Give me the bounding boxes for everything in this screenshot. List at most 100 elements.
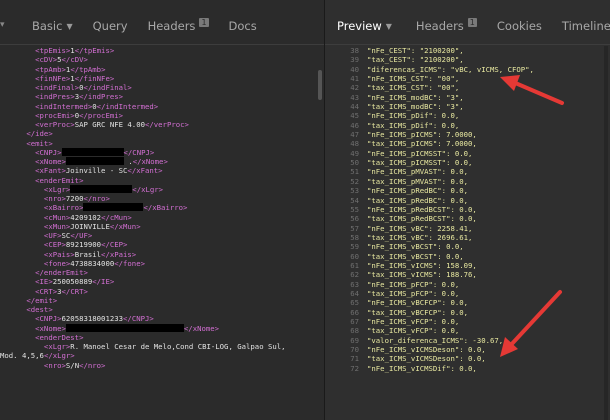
xml-text: 4738834000 xyxy=(70,258,115,268)
xml-tag: <xPais> xyxy=(0,249,75,259)
xml-tag: </finNFe> xyxy=(74,73,115,83)
json-text: "tax_ICMS_vICMSDeson": 0.0, xyxy=(367,354,486,364)
xml-body-editor[interactable]: <tpEmis>1</tpEmis> <cDV>5</cDV> <tpAmb>1… xyxy=(0,46,324,420)
code-line: <xPais>Brasil</xPais> xyxy=(0,250,324,259)
json-line: 48 "tax_ICMS_pICMS": 7.0000, xyxy=(325,139,610,148)
code-line: </enderEmit> xyxy=(0,268,324,277)
code-line: <procEmi>0</procEmi> xyxy=(0,111,324,120)
json-line: 55 "nFe_ICMS_pRedBCST": 0.0, xyxy=(325,205,610,214)
xml-tag: <CEP> xyxy=(0,240,66,250)
xml-tag: <enderEmit> xyxy=(0,175,84,185)
xml-tag: <indFinal> xyxy=(0,83,80,92)
xml-tag: <fone> xyxy=(0,258,71,268)
json-response-preview[interactable]: 38 "nFe_CEST": "2100200", 39 "tax_CEST": "2… xyxy=(325,46,610,420)
xml-tag: </indFinal> xyxy=(83,83,132,92)
json-line: 57 "nFe_ICMS_vBC": 2258.41, xyxy=(325,224,610,233)
json-line: 51 "nFe_ICMS_pMVAST": 0.0, xyxy=(325,167,610,176)
json-text: "tax_ICMS_CST": "00", xyxy=(367,83,460,93)
xml-tag: </xPais> xyxy=(101,249,137,259)
tab-label: Timeline xyxy=(561,19,610,33)
json-text: "nFe_ICMS_vICMS": 158.09, xyxy=(367,260,477,270)
line-number: 69 xyxy=(350,335,359,345)
tab-label: Headers xyxy=(147,19,196,33)
code-line: <xBairro> </xBairro> xyxy=(0,203,324,212)
line-number: 61 xyxy=(350,260,359,270)
xml-tag: </cMun> xyxy=(101,212,132,222)
xml-tag: <procEmi> xyxy=(0,110,75,120)
json-line: 43 "nFe_ICMS_modBC": "3", xyxy=(325,93,610,102)
tab-headers[interactable]: Headers 1 xyxy=(138,8,219,44)
xml-tag: </UF> xyxy=(70,231,93,240)
scrollbar[interactable] xyxy=(318,70,322,100)
code-line: Mod. 4,5,6</xLgr> xyxy=(0,351,324,360)
code-line: <xFant>Joinville - SC</xFant> xyxy=(0,166,324,175)
code-line: <enderDest> xyxy=(0,333,324,342)
tab-preview[interactable]: Preview ▼ xyxy=(325,8,402,44)
json-line: 41 "nFe_ICMS_CST": "00", xyxy=(325,74,610,83)
json-text: "nFe_ICMS_vICMSDeson": 0.0, xyxy=(367,345,486,354)
json-line: 70 "nFe_ICMS_vICMSDeson": 0.0, xyxy=(325,345,610,354)
xml-tag: </IE> xyxy=(92,277,115,287)
code-line: <cDV>5</cDV> xyxy=(0,55,324,64)
json-line: 60 "tax_ICMS_vBCST": 0.0, xyxy=(325,252,610,261)
response-panel: Preview ▼ Headers 1 Cookies Timeline 38 "… xyxy=(325,0,610,420)
xml-tag: <xLgr> xyxy=(0,184,71,194)
line-number: 64 xyxy=(350,288,359,298)
line-number: 72 xyxy=(350,363,359,373)
tab-label: Preview xyxy=(337,19,382,33)
json-line: 46 "tax_ICMS_pDif": 0.0, xyxy=(325,121,610,130)
xml-tag: <xMun> xyxy=(0,221,71,231)
xml-tag: <finNFe> xyxy=(0,73,71,83)
xml-tag: </indIntermed> xyxy=(96,101,159,111)
json-line: 72 "nFe_ICMS_vICMSDif": 0.0, xyxy=(325,364,610,373)
xml-tag: </CEP> xyxy=(101,240,128,250)
json-line: 49 "nFe_ICMS_pICMSST": 0.0, xyxy=(325,149,610,158)
xml-tag: <dest> xyxy=(0,305,53,314)
json-text: "nFe_ICMS_pFCP": 0.0, xyxy=(367,279,460,289)
line-number: 48 xyxy=(350,139,359,149)
count-badge: 1 xyxy=(467,17,477,27)
tab-cookies[interactable]: Cookies xyxy=(487,8,552,44)
xml-tag: </xLgr> xyxy=(43,351,75,361)
xml-tag: </procEmi> xyxy=(79,110,124,120)
json-line: 52 "tax_ICMS_pMVAST": 0.0, xyxy=(325,177,610,186)
xml-tag: </CRT> xyxy=(61,286,88,296)
line-number: 66 xyxy=(350,307,359,317)
tab-label: Docs xyxy=(228,19,257,33)
line-number: 40 xyxy=(350,64,359,74)
tab-query[interactable]: Query xyxy=(83,8,138,44)
code-line: <dest> xyxy=(0,305,324,314)
json-text: "diferencas_ICMS": "vBC, vICMS, CFOP", xyxy=(367,64,534,74)
json-text: "tax_ICMS_vBCST": 0.0, xyxy=(367,251,464,261)
code-line: <enderEmit> xyxy=(0,176,324,185)
json-line: 56 "tax_ICMS_pRedBCST": 0.0, xyxy=(325,214,610,223)
xml-tag: <xFant> xyxy=(0,166,66,176)
json-text: "nFe_ICMS_modBC": "3", xyxy=(367,92,464,102)
line-number: 65 xyxy=(350,298,359,308)
xml-text: R. Manoel Cesar de Melo,Cond CBI-LOG, Ga… xyxy=(70,342,286,351)
line-number: 71 xyxy=(350,354,359,364)
line-number: 59 xyxy=(350,242,359,252)
xml-tag: <IE> xyxy=(0,277,53,287)
tab-docs[interactable]: Docs xyxy=(219,8,267,44)
xml-tag: <verProc> xyxy=(0,120,75,129)
xml-text: S/N xyxy=(65,360,80,370)
xml-tag: </emit> xyxy=(0,295,58,305)
line-number: 56 xyxy=(350,214,359,224)
json-text: "tax_ICMS_vBCFCP": 0.0, xyxy=(367,307,469,317)
tab-basic[interactable]: Basic ▼ xyxy=(0,8,83,44)
json-text: "nFe_ICMS_pICMSST": 0.0, xyxy=(367,148,473,158)
xml-text: Brasil xyxy=(74,249,102,259)
line-number: 42 xyxy=(350,83,359,93)
json-text: "tax_ICMS_pICMSST": 0.0, xyxy=(367,158,473,168)
json-line: 62 "tax_ICMS_vICMS": 188.76, xyxy=(325,270,610,279)
tab-timeline[interactable]: Timeline xyxy=(552,8,610,44)
count-badge: 1 xyxy=(199,17,209,27)
xml-tag: <indIntermed> xyxy=(0,101,93,111)
tab-label: Basic xyxy=(32,19,63,33)
code-line: <UF>SC</UF> xyxy=(0,231,324,240)
json-text: "nFe_ICMS_pRedBC": 0.0, xyxy=(367,186,469,196)
tab-response-headers[interactable]: Headers 1 xyxy=(402,8,487,44)
scrollbar[interactable] xyxy=(604,46,608,420)
xml-tag: <CNPJ> xyxy=(0,314,62,324)
